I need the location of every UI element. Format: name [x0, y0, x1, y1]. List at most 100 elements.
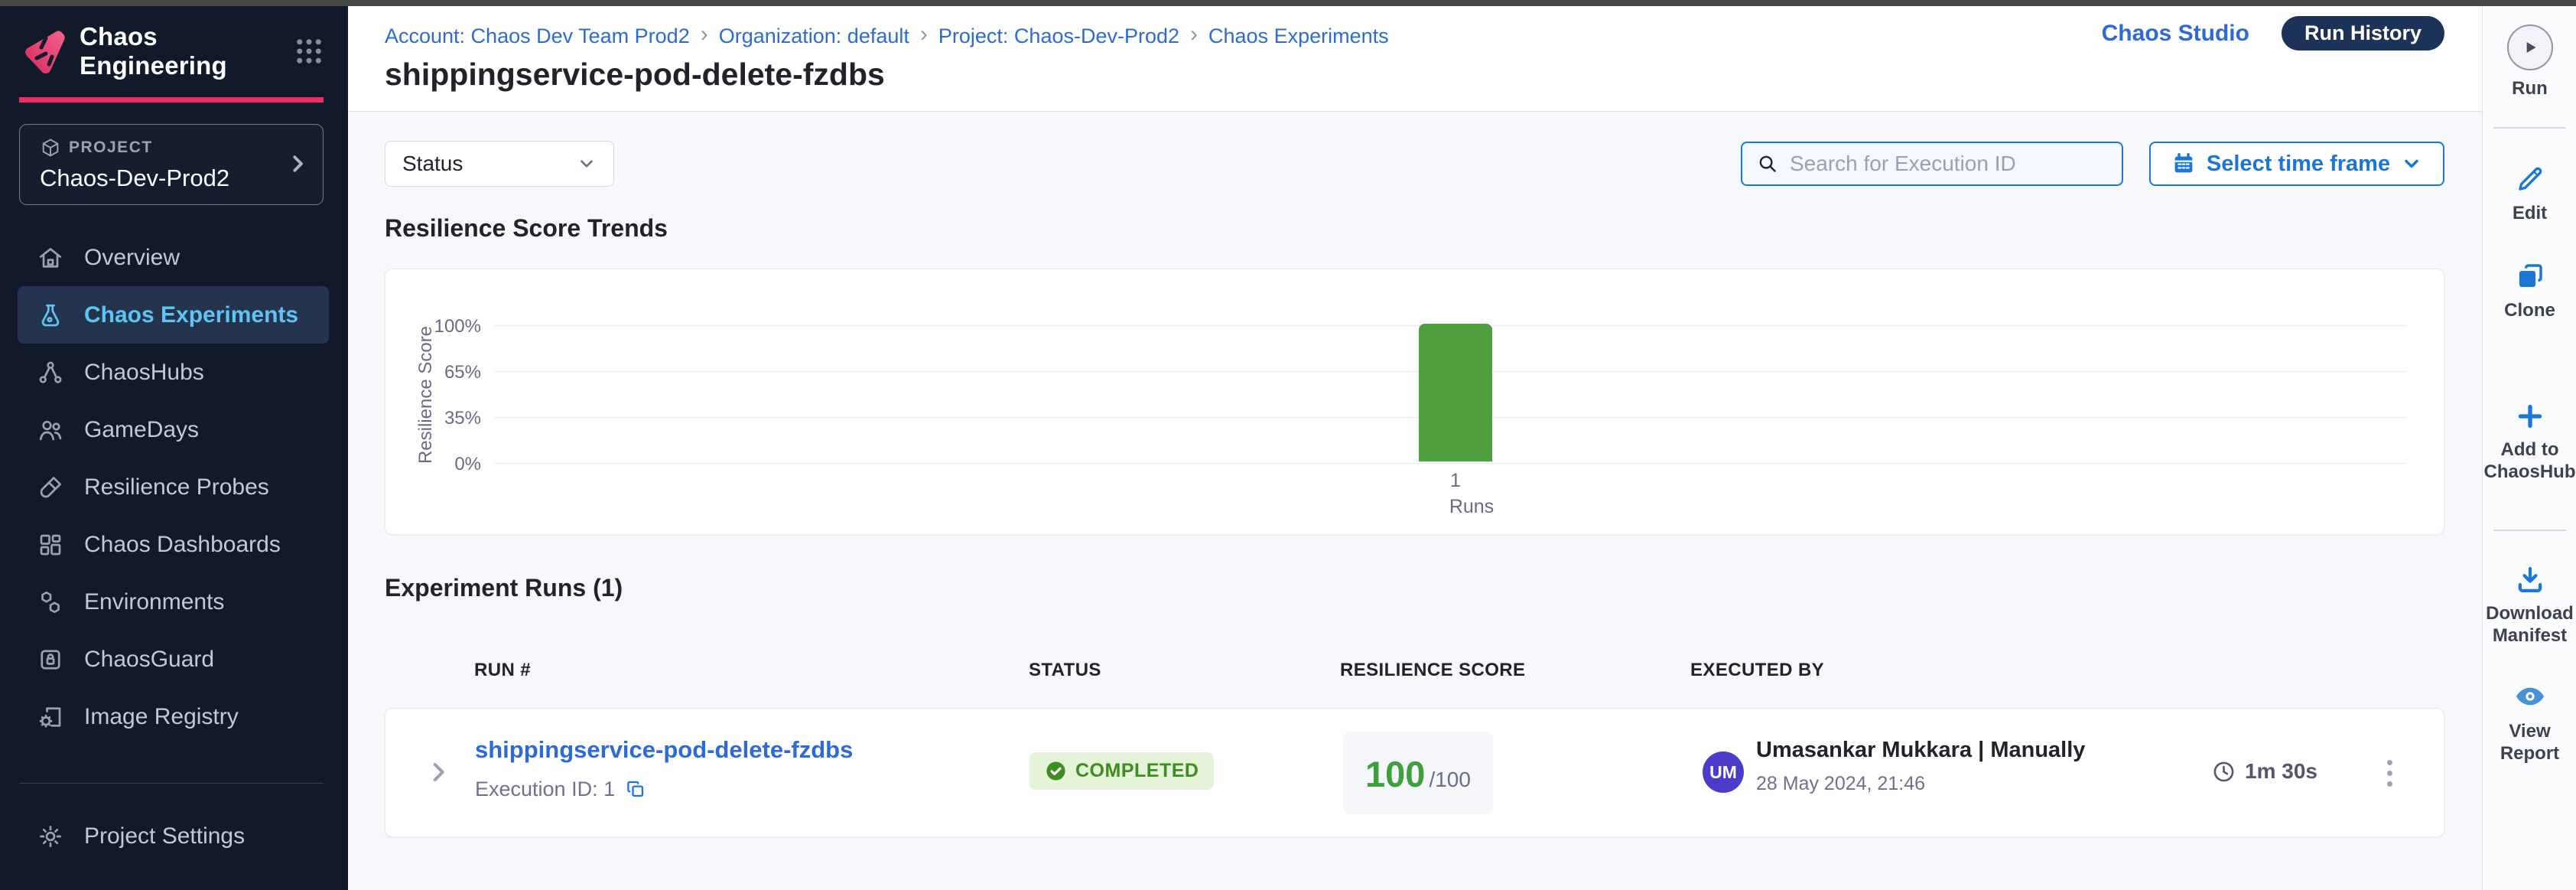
select-time-frame-label: Select time frame — [2207, 152, 2390, 177]
x-category-label: 1 — [1419, 470, 1492, 492]
row-menu-kebab-icon[interactable] — [2374, 753, 2405, 793]
lock-icon — [37, 646, 64, 673]
page-title: shippingservice-pod-delete-fzdbs — [385, 57, 885, 93]
app-window: Chaos Engineering PROJECT Chaos-Dev-Prod… — [0, 0, 2576, 890]
breadcrumb-separator: › — [1190, 21, 1198, 47]
app-logo-row: Chaos Engineering — [23, 24, 325, 78]
column-header-executed: EXECUTED BY — [1690, 660, 1824, 681]
column-header-run: RUN # — [474, 660, 531, 681]
column-header-status: STATUS — [1029, 660, 1101, 681]
sidebar-item-environments[interactable]: Environments — [0, 573, 348, 631]
project-selector[interactable]: PROJECT Chaos-Dev-Prod2 — [19, 124, 324, 205]
rail-edit-button[interactable]: Edit — [2483, 163, 2576, 225]
resilience-score-trends-title: Resilience Score Trends — [385, 214, 668, 243]
breadcrumb-account[interactable]: Account: Chaos Dev Team Prod2 — [385, 24, 690, 48]
play-icon — [2520, 37, 2540, 57]
search-icon — [1756, 152, 1779, 175]
column-header-score: RESILIENCE SCORE — [1340, 660, 1525, 681]
hexagons-icon — [37, 588, 64, 616]
window-edge — [0, 0, 2576, 6]
rail-divider — [2493, 530, 2566, 531]
rail-divider — [2493, 127, 2566, 129]
eye-icon — [2513, 680, 2547, 713]
plus-icon — [2515, 401, 2545, 432]
probe-icon — [37, 474, 64, 501]
select-time-frame-button[interactable]: Select time frame — [2149, 142, 2444, 186]
status-badge: COMPLETED — [1029, 752, 1214, 790]
app-title: Chaos Engineering — [80, 22, 293, 80]
chevron-down-icon — [577, 154, 597, 174]
status-filter-dropdown[interactable]: Status — [385, 141, 614, 187]
execution-id-label: Execution ID: 1 — [475, 778, 615, 801]
chart-bar — [1419, 324, 1492, 461]
project-label: PROJECT — [69, 139, 153, 157]
sidebar: Chaos Engineering PROJECT Chaos-Dev-Prod… — [0, 6, 348, 890]
score-value: 100 — [1365, 753, 1425, 795]
rail-view-report-button[interactable]: View Report — [2483, 680, 2576, 765]
flask-icon — [37, 302, 64, 329]
sidebar-item-image-registry[interactable]: Image Registry — [0, 688, 348, 745]
clock-icon — [2212, 760, 2236, 784]
calendar-icon — [2171, 152, 2196, 176]
breadcrumb-separator: › — [920, 21, 928, 47]
rail-download-manifest-button[interactable]: Download Manifest — [2483, 563, 2576, 647]
sidebar-divider — [19, 783, 324, 784]
score-total: /100 — [1429, 768, 1471, 792]
check-circle-icon — [1045, 760, 1067, 782]
x-axis-label: Runs — [1426, 496, 1517, 518]
search-input[interactable] — [1790, 152, 2108, 176]
status-text: COMPLETED — [1075, 760, 1199, 782]
duration-text: 1m 30s — [2245, 759, 2317, 784]
executed-at-timestamp: 28 May 2024, 21:46 — [1756, 773, 1925, 795]
sidebar-nav: Overview Chaos Experiments ChaosHubs — [0, 229, 348, 745]
gear-icon — [37, 823, 64, 850]
run-history-button[interactable]: Run History — [2282, 16, 2444, 51]
chaos-studio-link[interactable]: Chaos Studio — [2102, 21, 2249, 47]
rail-clone-button[interactable]: Clone — [2483, 260, 2576, 322]
sidebar-item-chaosguard[interactable]: ChaosGuard — [0, 631, 348, 688]
action-rail: Run Edit Clone Add to ChaosHub Downlo — [2482, 6, 2576, 890]
sidebar-item-chaoshubs[interactable]: ChaosHubs — [0, 344, 348, 401]
chevron-right-icon — [286, 152, 309, 175]
executed-by-name: Umasankar Mukkara | Manually — [1756, 738, 2085, 763]
pencil-icon — [2514, 163, 2546, 195]
execution-search — [1741, 142, 2123, 186]
sidebar-item-resilience-probes[interactable]: Resilience Probes — [0, 458, 348, 516]
resilience-score-trend-chart: Resilience Score 100% 65% 35% 0% 1 Runs — [385, 269, 2444, 535]
project-name: Chaos-Dev-Prod2 — [40, 165, 307, 192]
run-duration: 1m 30s — [2212, 759, 2317, 784]
resilience-score-box: 100 /100 — [1343, 732, 1493, 814]
experiment-runs-title: Experiment Runs (1) — [385, 574, 623, 602]
breadcrumb-chaos-experiments[interactable]: Chaos Experiments — [1208, 24, 1389, 48]
y-tick-0: 0% — [412, 454, 481, 475]
harness-chaos-logo-icon — [23, 28, 66, 75]
breadcrumb-organization[interactable]: Organization: default — [719, 24, 909, 48]
sidebar-item-gamedays[interactable]: GameDays — [0, 401, 348, 458]
expand-row-chevron-icon[interactable] — [425, 759, 451, 785]
copy-icon[interactable] — [626, 779, 646, 800]
y-tick-100: 100% — [412, 316, 481, 337]
sidebar-item-chaos-experiments[interactable]: Chaos Experiments — [18, 286, 329, 344]
chevron-down-icon — [2401, 153, 2422, 174]
app-switcher-grid-icon[interactable] — [293, 35, 325, 67]
sidebar-item-chaos-dashboards[interactable]: Chaos Dashboards — [0, 516, 348, 573]
sidebar-item-project-settings[interactable]: Project Settings — [0, 807, 348, 865]
cube-icon — [40, 137, 61, 158]
dashboard-icon — [37, 531, 64, 559]
status-filter-label: Status — [402, 152, 463, 176]
y-tick-35: 35% — [412, 408, 481, 429]
home-icon — [37, 244, 64, 272]
breadcrumb-project[interactable]: Project: Chaos-Dev-Prod2 — [938, 24, 1179, 48]
gridline — [494, 463, 2407, 464]
run-name-link[interactable]: shippingservice-pod-delete-fzdbs — [475, 736, 853, 764]
y-tick-65: 65% — [412, 362, 481, 383]
rail-run-button[interactable]: Run — [2483, 24, 2576, 100]
people-icon — [37, 416, 64, 444]
hub-icon — [37, 359, 64, 386]
rail-add-to-chaoshub-button[interactable]: Add to ChaosHub — [2483, 401, 2576, 484]
clone-icon — [2514, 260, 2546, 292]
accent-underline — [19, 97, 324, 103]
main-area: Account: Chaos Dev Team Prod2 › Organiza… — [348, 6, 2482, 890]
breadcrumb: Account: Chaos Dev Team Prod2 › Organiza… — [385, 23, 1389, 49]
sidebar-item-overview[interactable]: Overview — [0, 229, 348, 286]
